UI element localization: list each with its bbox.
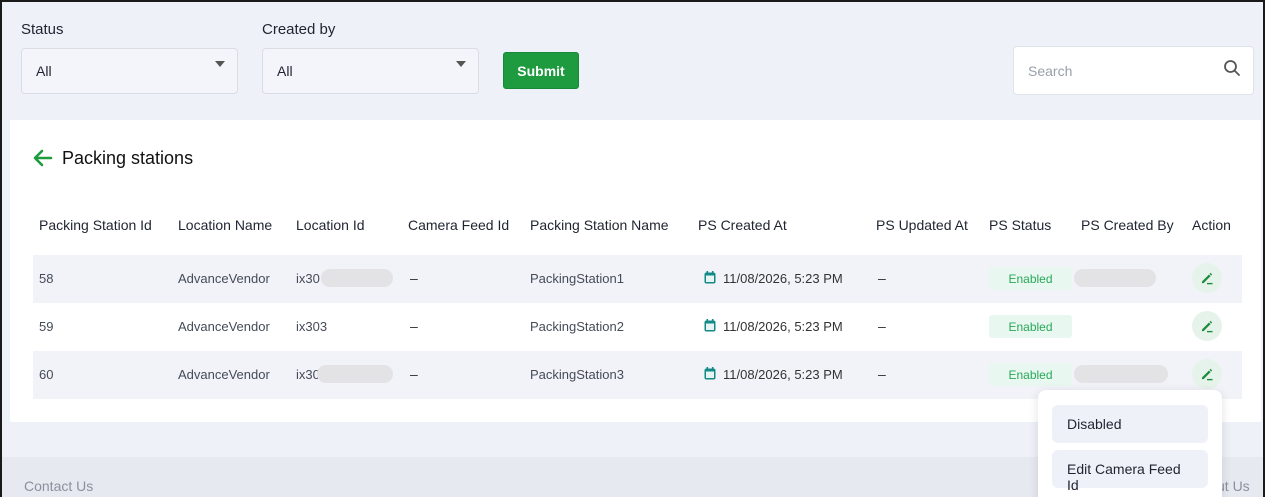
location-name: AdvanceVendor [178,271,270,286]
updated-at: – [878,366,886,382]
packing-station-name: PackingStation3 [530,367,624,382]
column-header: Packing Station Name [530,217,669,233]
column-header: Location Name [178,217,273,233]
column-header: Camera Feed Id [408,217,510,233]
camera-feed-id: – [410,318,418,334]
edit-button[interactable] [1192,359,1222,389]
edit-button[interactable] [1192,311,1222,341]
location-name: AdvanceVendor [178,319,270,334]
column-header: Packing Station Id [39,217,152,233]
created-by-filter-label: Created by [262,21,336,38]
redacted-value [1074,365,1168,383]
status-select[interactable]: All [21,48,238,94]
table-row: 58 AdvanceVendor ix30 – PackingStation1 … [33,255,1242,303]
calendar-icon [704,271,716,289]
packing-station-id: 58 [39,271,54,286]
edit-button[interactable] [1192,263,1222,293]
status-badge: Enabled [989,315,1072,338]
page-title: Packing stations [62,148,194,168]
camera-feed-id: – [410,270,418,286]
packing-station-name: PackingStation1 [530,271,624,286]
pencil-icon [1202,272,1213,285]
status-badge: Enabled [989,363,1072,386]
pencil-icon [1202,368,1213,381]
redacted-value [321,269,393,287]
column-header: PS Created At [698,217,787,233]
status-filter-label: Status [21,21,64,38]
created-by-select-value: All [277,63,293,79]
search-input[interactable]: Search [1013,46,1254,95]
calendar-icon [704,367,716,385]
created-at: 11/08/2026, 5:23 PM [723,271,843,286]
submit-button[interactable]: Submit [503,52,579,89]
pencil-icon [1202,320,1213,333]
menu-item-disabled[interactable]: Disabled [1052,405,1208,443]
packing-stations-card: Packing stations Packing Station Id Loca… [10,120,1261,422]
location-id: ix30 [296,271,320,286]
status-badge: Enabled [989,267,1072,290]
table-row: 59 AdvanceVendor ix303 – PackingStation2… [33,303,1242,351]
contact-us-link[interactable]: Contact Us [24,478,93,494]
status-select-value: All [36,63,52,79]
arrow-left-icon[interactable] [32,148,54,173]
column-header: PS Created By [1081,217,1174,233]
redacted-value [317,365,393,383]
column-header: Location Id [296,217,365,233]
search-icon[interactable] [1223,59,1241,80]
packing-station-name: PackingStation2 [530,319,624,334]
column-header: PS Updated At [876,217,968,233]
packing-station-id: 59 [39,319,54,334]
calendar-icon [704,319,716,337]
updated-at: – [878,318,886,334]
caret-down-icon [456,61,466,67]
location-id: ix303 [296,319,328,334]
created-at: 11/08/2026, 5:23 PM [723,319,843,334]
location-name: AdvanceVendor [178,367,270,382]
column-header: PS Status [989,217,1052,233]
filter-bar: Status All Created by All Submit Search [2,2,1263,120]
caret-down-icon [215,61,225,67]
created-at: 11/08/2026, 5:23 PM [723,367,843,382]
search-placeholder: Search [1028,63,1073,79]
redacted-value [1074,269,1156,287]
packing-station-id: 60 [39,367,54,382]
created-by-select[interactable]: All [262,48,479,94]
camera-feed-id: – [410,366,418,382]
column-header: Action [1192,217,1231,233]
menu-item-edit-camera-feed-id[interactable]: Edit Camera Feed Id [1052,450,1208,493]
updated-at: – [878,270,886,286]
action-menu: Disabled Edit Camera Feed Id [1038,390,1222,497]
